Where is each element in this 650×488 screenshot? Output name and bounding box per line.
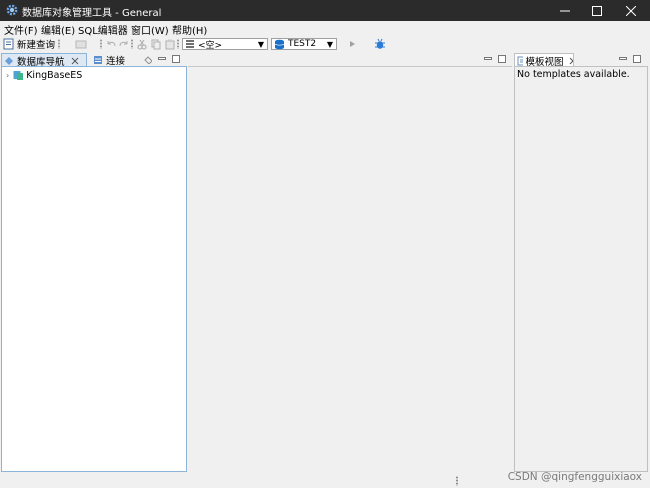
navigator-panel: 数据库导航 连接 › KingBaseES: [1, 52, 187, 472]
templates-panel: 模板视图 No templates available.: [513, 52, 649, 472]
toolbar-separator: [58, 39, 60, 49]
undo-icon: [107, 41, 116, 47]
watermark: CSDN @qingfengguixiaox: [507, 471, 642, 483]
navigator-tree: › KingBaseES: [1, 66, 187, 472]
tree-node-label: KingBaseES: [26, 69, 83, 81]
connection-icon: [94, 56, 102, 64]
chevron-down-icon: ▼: [257, 40, 264, 49]
menu-bar: 文件(F) 编辑(E) SQL编辑器 窗口(W) 帮助(H): [0, 21, 650, 37]
new-query-label: 新建查询: [17, 40, 56, 51]
minimize-icon[interactable]: [619, 55, 627, 63]
disabled-db-button[interactable]: [75, 37, 87, 51]
minimize-button[interactable]: [548, 0, 582, 21]
window-title: 数据库对象管理工具 - General: [22, 8, 162, 19]
schema-combo-value: <空>: [198, 40, 223, 51]
title-bar: 数据库对象管理工具 - General: [0, 0, 650, 21]
close-icon[interactable]: [569, 57, 573, 65]
close-icon: [626, 5, 636, 16]
toolbar-separator: [177, 39, 179, 49]
schema-combo[interactable]: <空> ▼: [182, 38, 268, 51]
debug-button[interactable]: [374, 37, 386, 51]
redo-button[interactable]: [118, 37, 129, 51]
maximize-icon[interactable]: [633, 55, 641, 63]
toolbar: 新建查询 <空> ▼ TEST2 ▼: [0, 36, 650, 52]
templates-content: No templates available.: [514, 66, 648, 472]
maximize-icon[interactable]: [172, 55, 180, 63]
play-icon: [350, 41, 355, 47]
minimize-icon[interactable]: [484, 55, 492, 63]
chevron-right-icon[interactable]: ›: [6, 71, 9, 80]
copy-icon: [151, 39, 161, 49]
minimize-icon[interactable]: [158, 55, 166, 63]
run-button[interactable]: [347, 37, 357, 51]
menu-sql-editor[interactable]: SQL编辑器: [78, 22, 128, 37]
database-navigator-icon: [5, 56, 13, 65]
close-button[interactable]: [614, 0, 648, 21]
menu-edit[interactable]: 编辑(E): [41, 22, 75, 37]
maximize-icon[interactable]: [498, 55, 506, 63]
paste-button[interactable]: [165, 37, 175, 51]
new-query-icon: [3, 38, 14, 50]
undo-button[interactable]: [106, 37, 117, 51]
database-disabled-icon: [75, 40, 87, 49]
menu-help[interactable]: 帮助(H): [172, 22, 207, 37]
database-combo-value: TEST2: [288, 39, 317, 49]
tab-connection[interactable]: 连接: [91, 53, 135, 67]
copy-button[interactable]: [151, 37, 161, 51]
editor-area: [188, 52, 512, 472]
cut-button[interactable]: [137, 37, 147, 51]
minimize-icon: [560, 10, 570, 11]
templates-empty-message: No templates available.: [517, 69, 630, 80]
toolbar-separator: [100, 39, 102, 49]
database-icon: [274, 39, 285, 49]
gear-icon: [6, 4, 18, 16]
menu-file[interactable]: 文件(F): [4, 22, 38, 37]
database-combo[interactable]: TEST2 ▼: [271, 38, 337, 50]
tree-node-kingbase[interactable]: › KingBaseES: [6, 69, 82, 81]
new-query-button[interactable]: 新建查询: [3, 37, 55, 51]
schema-icon: [186, 40, 194, 48]
cut-icon: [137, 39, 147, 49]
database-server-icon: [13, 70, 24, 80]
link-icon[interactable]: [144, 56, 152, 64]
toolbar-separator: [131, 39, 133, 49]
tab-database-navigator[interactable]: 数据库导航: [1, 53, 87, 68]
chevron-down-icon: ▼: [326, 40, 333, 49]
tab-label: 连接: [106, 56, 126, 67]
tab-templates[interactable]: 模板视图: [514, 53, 574, 68]
bug-icon: [375, 38, 385, 49]
templates-icon: [517, 56, 523, 65]
maximize-button[interactable]: [580, 0, 614, 21]
redo-icon: [119, 41, 128, 47]
editor-divider: [188, 66, 512, 67]
resize-grip[interactable]: [456, 476, 458, 486]
paste-icon: [165, 39, 175, 49]
close-icon[interactable]: [71, 57, 79, 65]
menu-window[interactable]: 窗口(W): [131, 22, 169, 37]
maximize-icon: [592, 5, 602, 16]
